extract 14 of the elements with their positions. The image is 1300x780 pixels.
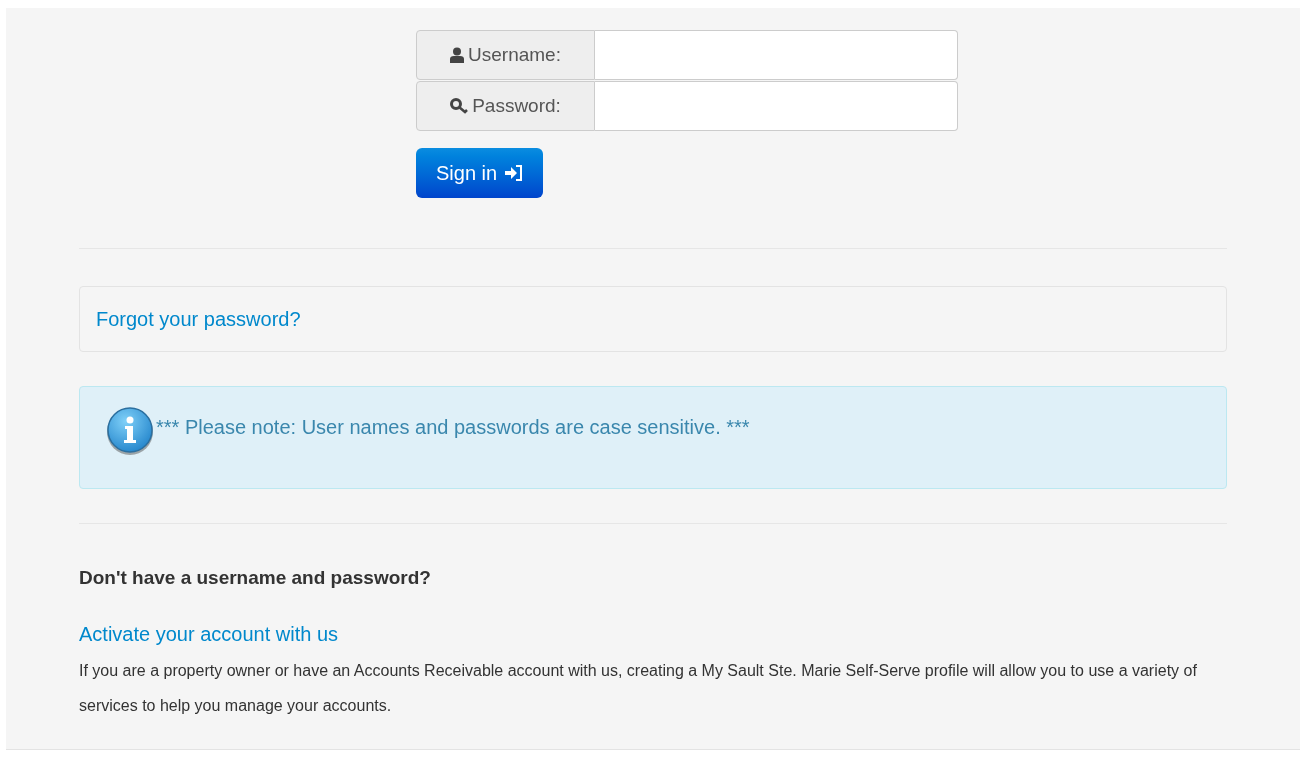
signup-description: If you are a property owner or have an Accounts Receivable account with us, creating a My Sault Ste. Marie Self-Serve profile will allow you to use a variety of services to help you manage your accounts. bbox=[79, 660, 1198, 716]
notice-text: *** Please note: User names and passwords are case sensitive. *** bbox=[156, 415, 750, 440]
signup-heading: Don't have a username and password? bbox=[79, 566, 432, 590]
field-label: Username: bbox=[416, 30, 595, 80]
sign-in-icon bbox=[505, 165, 524, 181]
input-field[interactable] bbox=[595, 81, 958, 131]
key-icon bbox=[450, 98, 469, 114]
forgot-password-link[interactable]: Forgot your password? bbox=[96, 304, 301, 334]
sign-in-button[interactable]: Sign in bbox=[416, 148, 544, 198]
info-icon bbox=[106, 407, 156, 457]
user-icon bbox=[450, 47, 465, 63]
input-field[interactable] bbox=[595, 30, 958, 80]
activate-account-link[interactable]: Activate your account with us bbox=[79, 618, 1227, 649]
field-label: Password: bbox=[416, 81, 595, 131]
